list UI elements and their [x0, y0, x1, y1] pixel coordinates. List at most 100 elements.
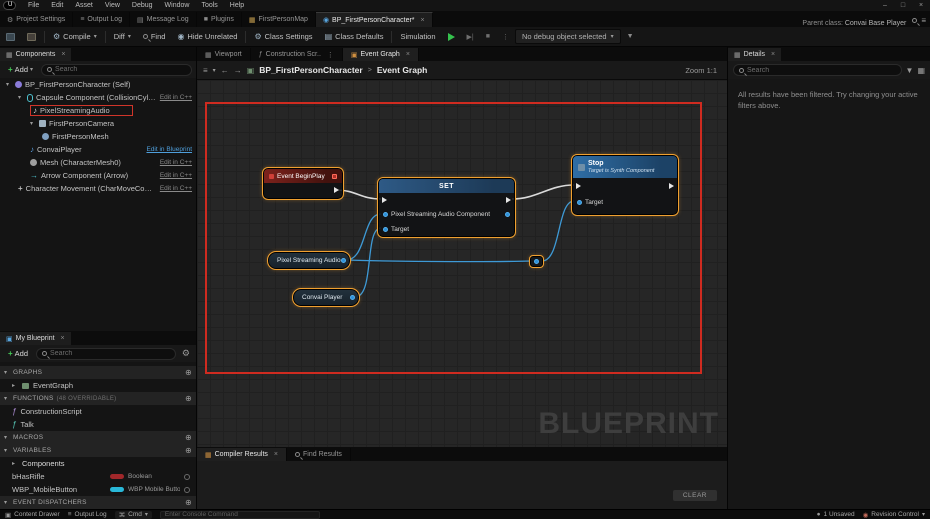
stop-button[interactable]: ■ [480, 27, 496, 46]
exec-in-pin[interactable] [576, 183, 581, 189]
unsaved-indicator[interactable]: ● 1 Unsaved [817, 511, 855, 518]
forward-arrow-icon[interactable]: → [234, 66, 242, 75]
hide-unrelated-button[interactable]: ◉ Hide Unrelated [171, 27, 243, 46]
object-pin[interactable] [383, 212, 388, 217]
component-row-convaiplayer[interactable]: ♪ ConvaiPlayer Edit in Blueprint [0, 143, 196, 156]
grid-icon[interactable]: ▦ [917, 66, 925, 75]
tab-find-results[interactable]: Find Results [287, 448, 351, 461]
item-components-group[interactable]: ▸ Components [0, 457, 196, 470]
add-component-button[interactable]: + Add ▾ [4, 64, 37, 75]
class-settings-button[interactable]: ⚙ Class Settings [248, 27, 318, 46]
menu-edit[interactable]: Edit [45, 2, 69, 9]
menu-window[interactable]: Window [159, 2, 196, 9]
component-row-capsule[interactable]: ▾ Capsule Component (CollisionCylinder) … [0, 91, 196, 104]
menu-file[interactable]: File [22, 2, 45, 9]
tab-project-settings[interactable]: ⚙ Project Settings [0, 12, 73, 27]
menu-debug[interactable]: Debug [126, 2, 159, 9]
breadcrumb-current[interactable]: Event Graph [377, 65, 428, 75]
add-graph-icon[interactable]: ⊕ [185, 368, 192, 377]
cmd-dropdown[interactable]: ⌘ Cmd ▾ [115, 511, 152, 519]
tab-event-graph[interactable]: ▣ Event Graph × [343, 48, 419, 61]
component-row-firstpersonmesh[interactable]: FirstPersonMesh [0, 130, 196, 143]
play-options-button[interactable]: ⋮ [496, 27, 515, 46]
expand-arrow-icon[interactable]: ▸ [12, 382, 18, 389]
tab-plugins[interactable]: ■ Plugins [197, 12, 242, 27]
section-graphs[interactable]: ▾ GRAPHS ⊕ [0, 366, 196, 379]
expand-arrow-icon[interactable]: ▾ [6, 81, 12, 88]
settings-gear-icon[interactable]: ⚙ [180, 348, 192, 359]
tab-output-log[interactable]: ≡ Output Log [73, 12, 130, 27]
expand-arrow-icon[interactable]: ▸ [12, 460, 18, 467]
hamburger-icon[interactable]: ≡ [203, 66, 208, 75]
filter-icon[interactable]: ▼ [906, 66, 914, 75]
object-out-pin[interactable] [350, 295, 355, 300]
save-button[interactable] [0, 27, 21, 46]
content-drawer-button[interactable]: ▣ Content Drawer [5, 511, 60, 519]
edit-in-cpp-link[interactable]: Edit in C++ [160, 172, 192, 179]
compile-button[interactable]: ⚙ Compile ▾ [47, 27, 103, 46]
component-row-mesh[interactable]: Mesh (CharacterMesh0) Edit in C++ [0, 156, 196, 169]
myblueprint-search-input[interactable] [50, 350, 170, 357]
kebab-icon[interactable]: ⋮ [327, 51, 334, 59]
node-get-convai-player[interactable]: Convai Player [293, 289, 359, 306]
section-event-dispatchers[interactable]: ▾ EVENT DISPATCHERS ⊕ [0, 496, 196, 509]
visibility-eye-icon[interactable] [184, 474, 190, 480]
components-search-input[interactable] [55, 66, 186, 73]
item-eventgraph[interactable]: ▸ EventGraph [0, 379, 196, 392]
details-search-input[interactable] [747, 67, 896, 74]
visibility-eye-icon[interactable] [184, 487, 190, 493]
minimize-button[interactable]: – [876, 2, 894, 9]
edit-in-cpp-link[interactable]: Edit in C++ [160, 94, 192, 101]
close-button[interactable]: × [912, 2, 930, 9]
section-variables[interactable]: ▾ VARIABLES ⊕ [0, 444, 196, 457]
revision-control-button[interactable]: ◉ Revision Control ▾ [863, 511, 925, 519]
class-defaults-button[interactable]: ▤ Class Defaults [319, 27, 390, 46]
frame-skip-button[interactable]: ▶| [461, 27, 480, 46]
object-out-pin[interactable] [505, 212, 510, 217]
component-row-firstpersoncamera[interactable]: ▾ FirstPersonCamera [0, 117, 196, 130]
debug-object-dropdown[interactable]: No debug object selected ▾ [515, 29, 621, 44]
close-icon[interactable]: × [771, 51, 775, 58]
output-log-button[interactable]: ≡ Output Log [68, 511, 107, 518]
browse-button[interactable] [21, 27, 42, 46]
component-row-self[interactable]: ▾ BP_FirstPersonCharacter (Self) [0, 78, 196, 91]
edit-in-blueprint-link[interactable]: Edit in Blueprint [146, 146, 192, 153]
tab-bp-firstpersoncharacter[interactable]: ◉ BP_FirstPersonCharacter* × [316, 12, 433, 27]
menu-tools[interactable]: Tools [195, 2, 223, 9]
variable-row-wbp-mobilebutton[interactable]: WBP_MobileButton WBP Mobile Button [0, 483, 196, 496]
tab-details[interactable]: ▦ Details × [728, 48, 781, 61]
expand-arrow-icon[interactable]: ▾ [18, 94, 24, 101]
item-constructionscript[interactable]: ƒ ConstructionScript [0, 405, 196, 418]
menu-help[interactable]: Help [224, 2, 250, 9]
add-function-icon[interactable]: ⊕ [185, 394, 192, 403]
close-icon[interactable]: × [274, 451, 278, 458]
diff-button[interactable]: Diff ▾ [108, 27, 137, 46]
breadcrumb-root[interactable]: BP_FirstPersonCharacter [259, 65, 362, 75]
menu-asset[interactable]: Asset [69, 2, 99, 9]
tab-compiler-results[interactable]: ▦ Compiler Results × [197, 448, 287, 461]
add-blueprint-item-button[interactable]: + Add [4, 348, 32, 359]
menu-view[interactable]: View [99, 2, 126, 9]
find-button[interactable]: Find [137, 27, 172, 46]
node-reroute[interactable] [530, 256, 543, 267]
object-pin[interactable] [383, 227, 388, 232]
node-stop[interactable]: Stop Target is Synth Component Target [572, 155, 678, 215]
simulation-button[interactable]: Simulation [394, 27, 441, 46]
close-icon[interactable]: × [61, 335, 65, 342]
add-macro-icon[interactable]: ⊕ [185, 433, 192, 442]
exec-out-pin[interactable] [669, 183, 674, 189]
close-icon[interactable]: × [61, 51, 65, 58]
section-macros[interactable]: ▾ MACROS ⊕ [0, 431, 196, 444]
node-get-pixel-streaming-audio[interactable]: Pixel Streaming Audio [268, 252, 350, 269]
add-dispatcher-icon[interactable]: ⊕ [185, 498, 192, 507]
exec-out-pin[interactable] [334, 187, 339, 193]
close-icon[interactable]: × [406, 51, 410, 58]
reroute-pin[interactable] [534, 259, 539, 264]
tab-construction-script[interactable]: ƒ Construction Scr.. ⋮ [251, 48, 343, 61]
section-functions[interactable]: ▾ FUNCTIONS (48 OVERRIDABLE) ⊕ [0, 392, 196, 405]
debug-filter-button[interactable]: ▼ [621, 27, 640, 46]
event-graph-canvas[interactable]: Event BeginPlay SET [197, 80, 727, 447]
tab-my-blueprint[interactable]: ▣ My Blueprint × [0, 332, 71, 345]
clear-button[interactable]: CLEAR [673, 490, 717, 501]
edit-in-cpp-link[interactable]: Edit in C++ [160, 159, 192, 166]
